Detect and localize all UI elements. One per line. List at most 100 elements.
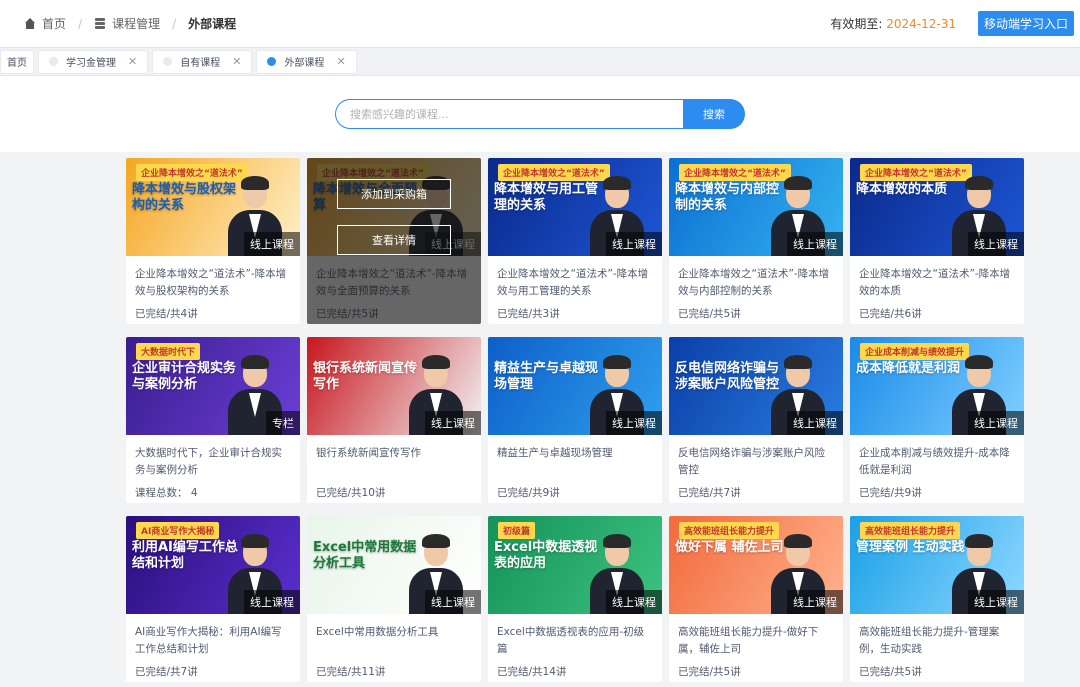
course-title[interactable]: AI商业写作大揭秘：利用AI编写工作总结和计划	[126, 614, 300, 658]
breadcrumb-separator: /	[78, 16, 83, 31]
mobile-learning-button[interactable]: 移动端学习入口	[977, 11, 1074, 36]
course-thumbnail[interactable]: 企业成本削减与绩效提升 成本降低就是利润 线上课程	[850, 337, 1024, 435]
course-card[interactable]: Excel中常用数据分析工具 线上课程 Excel中常用数据分析工具 已完结/共…	[307, 516, 481, 682]
thumbnail-title: 银行系统新闻宣传写作	[313, 361, 418, 393]
course-title[interactable]: 企业成本削减与绩效提升-成本降低就是利润	[850, 435, 1024, 479]
course-title[interactable]: 高效能班组长能力提升-做好下属，辅佐上司	[669, 614, 843, 658]
course-card[interactable]: 反电信网络诈骗与涉案账户风险管控 线上课程 反电信网络诈骗与涉案账户风险管控 已…	[669, 337, 843, 503]
course-type-badge: 线上课程	[968, 590, 1024, 614]
course-type-badge: 线上课程	[968, 411, 1024, 435]
home-icon	[24, 18, 36, 29]
thumbnail-tag: AI商业写作大揭秘	[136, 522, 220, 539]
course-title[interactable]: Excel中常用数据分析工具	[307, 614, 481, 658]
thumbnail-title: Excel中常用数据分析工具	[313, 540, 417, 572]
tab-home[interactable]: 首页	[0, 49, 34, 74]
tab-external-courses[interactable]: 外部课程 ✕	[256, 49, 357, 74]
course-title[interactable]: Excel中数据透视表的应用-初级篇	[488, 614, 662, 658]
search-button[interactable]: 搜索	[683, 99, 745, 129]
course-type-badge: 线上课程	[787, 590, 843, 614]
course-title[interactable]: 企业降本增效之“道法术”-降本增效与股权架构的关系	[126, 256, 300, 300]
add-to-cart-button[interactable]: 添加到采购箱	[337, 179, 451, 209]
thumbnail-title: 企业审计合规实务与案例分析	[132, 361, 237, 393]
breadcrumb-separator: /	[172, 16, 177, 31]
course-meta: 已完结/共9讲	[497, 487, 560, 499]
course-type-badge: 线上课程	[425, 411, 481, 435]
course-thumbnail[interactable]: 高效能班组长能力提升 管理案例 生动实践 线上课程	[850, 516, 1024, 614]
course-card[interactable]: 初级篇 Excel中数据透视表的应用 线上课程 Excel中数据透视表的应用-初…	[488, 516, 662, 682]
course-thumbnail[interactable]: 初级篇 Excel中数据透视表的应用 线上课程	[488, 516, 662, 614]
course-title[interactable]: 反电信网络诈骗与涉案账户风险管控	[669, 435, 843, 479]
course-card[interactable]: 企业成本削减与绩效提升 成本降低就是利润 线上课程 企业成本削减与绩效提升-成本…	[850, 337, 1024, 503]
course-thumbnail[interactable]: 大数据时代下 企业审计合规实务与案例分析 专栏	[126, 337, 300, 435]
course-meta: 已完结/共5讲	[859, 666, 922, 678]
view-details-button[interactable]: 查看详情	[337, 225, 451, 255]
close-icon[interactable]: ✕	[232, 55, 241, 68]
validity-info: 有效期至: 2024-12-31	[830, 15, 956, 32]
breadcrumb: 首页 / 课程管理 / 外部课程	[24, 15, 236, 32]
course-thumbnail[interactable]: 企业降本增效之“道法术” 降本增效与股权架构的关系 线上课程	[126, 158, 300, 256]
breadcrumb-home-label: 首页	[42, 17, 67, 31]
header-right: 有效期至: 2024-12-31 移动端学习入口	[830, 11, 1074, 36]
course-grid: 企业降本增效之“道法术” 降本增效与股权架构的关系 线上课程 企业降本增效之“道…	[126, 158, 1024, 682]
course-type-badge: 线上课程	[244, 590, 300, 614]
course-meta: 已完结/共3讲	[497, 308, 560, 320]
course-title[interactable]: 企业降本增效之“道法术”-降本增效的本质	[850, 256, 1024, 300]
tabs-bar: 首页 学习金管理 ✕ 自有课程 ✕ 外部课程 ✕	[0, 48, 1080, 76]
search-area: 搜索	[0, 76, 1080, 152]
course-card[interactable]: 大数据时代下 企业审计合规实务与案例分析 专栏 大数据时代下，企业审计合规实务与…	[126, 337, 300, 503]
course-card[interactable]: 精益生产与卓越现场管理 线上课程 精益生产与卓越现场管理 已完结/共9讲	[488, 337, 662, 503]
course-title[interactable]: 企业降本增效之“道法术”-降本增效与内部控制的关系	[669, 256, 843, 300]
course-type-badge: 线上课程	[968, 232, 1024, 256]
breadcrumb-home[interactable]: 首页	[24, 15, 66, 32]
tab-learning-fund[interactable]: 学习金管理 ✕	[38, 49, 149, 74]
course-thumbnail[interactable]: 企业降本增效之“道法术” 降本增效与内部控制的关系 线上课程	[669, 158, 843, 256]
tab-label: 自有课程	[180, 58, 221, 69]
thumbnail-title: 利用AI编写工作总结和计划	[132, 540, 238, 572]
course-thumbnail[interactable]: 企业降本增效之“道法术” 降本增效与用工管理的关系 线上课程	[488, 158, 662, 256]
course-title[interactable]: 大数据时代下，企业审计合规实务与案例分析	[126, 435, 300, 479]
course-title[interactable]: 精益生产与卓越现场管理	[488, 435, 662, 479]
breadcrumb-course-mgmt-label: 课程管理	[112, 17, 161, 31]
course-card[interactable]: AI商业写作大揭秘 利用AI编写工作总结和计划 线上课程 AI商业写作大揭秘：利…	[126, 516, 300, 682]
course-card[interactable]: 银行系统新闻宣传写作 线上课程 银行系统新闻宣传写作 已完结/共10讲	[307, 337, 481, 503]
course-thumbnail[interactable]: AI商业写作大揭秘 利用AI编写工作总结和计划 线上课程	[126, 516, 300, 614]
course-title[interactable]: 企业降本增效之“道法术”-降本增效与用工管理的关系	[488, 256, 662, 300]
course-card[interactable]: 企业降本增效之“道法术” 降本增效与全面预算 线上课程 企业降本增效之“道法术”…	[307, 158, 481, 324]
course-card[interactable]: 高效能班组长能力提升 管理案例 生动实践 线上课程 高效能班组长能力提升-管理案…	[850, 516, 1024, 682]
course-thumbnail[interactable]: 反电信网络诈骗与涉案账户风险管控 线上课程	[669, 337, 843, 435]
thumbnail-title: Excel中数据透视表的应用	[494, 540, 598, 572]
course-card[interactable]: 高效能班组长能力提升 做好下属 辅佐上司 线上课程 高效能班组长能力提升-做好下…	[669, 516, 843, 682]
course-card[interactable]: 企业降本增效之“道法术” 降本增效与内部控制的关系 线上课程 企业降本增效之“道…	[669, 158, 843, 324]
course-card[interactable]: 企业降本增效之“道法术” 降本增效与股权架构的关系 线上课程 企业降本增效之“道…	[126, 158, 300, 324]
course-thumbnail[interactable]: 企业降本增效之“道法术” 降本增效的本质 线上课程	[850, 158, 1024, 256]
thumbnail-title: 反电信网络诈骗与涉案账户风险管控	[675, 361, 780, 393]
course-meta: 已完结/共14讲	[497, 666, 567, 678]
tab-own-courses[interactable]: 自有课程 ✕	[152, 49, 253, 74]
thumbnail-tag: 大数据时代下	[136, 343, 201, 360]
breadcrumb-course-mgmt[interactable]: 课程管理	[94, 15, 160, 32]
course-card[interactable]: 企业降本增效之“道法术” 降本增效与用工管理的关系 线上课程 企业降本增效之“道…	[488, 158, 662, 324]
tab-dot-active-icon	[267, 57, 277, 66]
tab-dot-icon	[163, 57, 173, 66]
course-type-badge: 线上课程	[606, 232, 662, 256]
course-title[interactable]: 高效能班组长能力提升-管理案例，生动实践	[850, 614, 1024, 658]
course-thumbnail[interactable]: 高效能班组长能力提升 做好下属 辅佐上司 线上课程	[669, 516, 843, 614]
close-icon[interactable]: ✕	[128, 55, 137, 68]
search-box: 搜索	[335, 99, 745, 129]
top-bar: 首页 / 课程管理 / 外部课程 有效期至: 2024-12-31 移动端学习入…	[0, 0, 1080, 48]
course-title[interactable]: 银行系统新闻宣传写作	[307, 435, 481, 479]
course-thumbnail[interactable]: 精益生产与卓越现场管理 线上课程	[488, 337, 662, 435]
search-input[interactable]	[335, 99, 683, 129]
close-icon[interactable]: ✕	[336, 55, 345, 68]
thumbnail-title: 管理案例 生动实践	[856, 540, 965, 555]
tab-dot-icon	[49, 57, 58, 66]
tab-label: 首页	[7, 58, 27, 69]
course-type-badge: 线上课程	[425, 590, 481, 614]
course-thumbnail[interactable]: 银行系统新闻宣传写作 线上课程	[307, 337, 481, 435]
thumbnail-tag: 高效能班组长能力提升	[679, 522, 780, 539]
course-type-badge: 专栏	[266, 411, 300, 435]
course-thumbnail[interactable]: Excel中常用数据分析工具 线上课程	[307, 516, 481, 614]
thumbnail-tag: 初级篇	[498, 522, 536, 539]
thumbnail-title: 精益生产与卓越现场管理	[494, 361, 599, 393]
course-card[interactable]: 企业降本增效之“道法术” 降本增效的本质 线上课程 企业降本增效之“道法术”-降…	[850, 158, 1024, 324]
